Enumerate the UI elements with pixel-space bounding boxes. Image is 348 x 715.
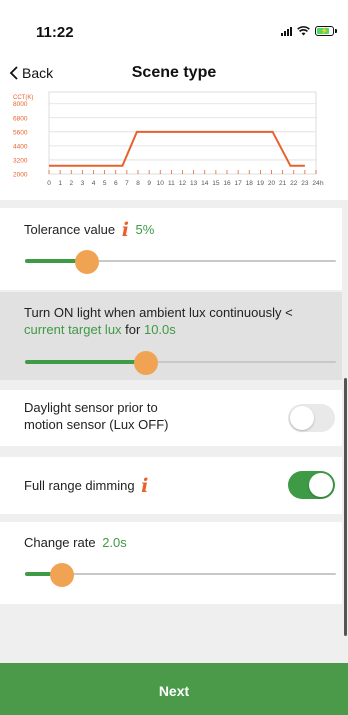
full-range-row: Full range dimming i — [24, 477, 151, 496]
x-tick-label: 12 — [179, 180, 187, 187]
ambient-duration-slider[interactable] — [25, 351, 336, 375]
cct-series-line — [49, 130, 305, 167]
daylight-sensor-label: Daylight sensor prior to motion sensor (… — [24, 399, 169, 433]
y-axis-label: CCT(K) — [13, 95, 33, 101]
x-tick-label: 5 — [103, 180, 107, 187]
y-tick-label: 2000 — [13, 172, 28, 179]
battery-charging-icon: ⚡ — [315, 26, 337, 36]
x-tick-label: 15 — [212, 180, 220, 187]
y-tick-label: 3200 — [13, 157, 28, 164]
y-tick-label: 5600 — [13, 129, 28, 136]
tolerance-card: Tolerance value i 5% — [0, 208, 342, 290]
cellular-signal-icon — [281, 26, 292, 36]
change-rate-row: Change rate 2.0s — [24, 534, 127, 551]
nav-bar: Back Scene type — [0, 58, 348, 90]
x-tick-label: 13 — [190, 180, 198, 187]
scrollbar[interactable] — [344, 378, 347, 636]
x-tick-label: 17 — [235, 180, 243, 187]
change-rate-label: Change rate — [24, 535, 96, 550]
x-tick-label: 24 — [312, 180, 320, 187]
x-tick-label: 14 — [201, 180, 209, 187]
slider-thumb[interactable] — [134, 351, 159, 375]
x-tick-label: 10 — [157, 180, 165, 187]
full-range-label: Full range dimming — [24, 478, 135, 493]
daylight-label-line1: Daylight sensor prior to — [24, 400, 158, 415]
daylight-sensor-toggle[interactable] — [288, 404, 335, 432]
change-rate-slider[interactable] — [25, 563, 336, 587]
x-tick-label: 1 — [58, 180, 62, 187]
tolerance-value: 5% — [135, 222, 155, 237]
y-tick-label: 4400 — [13, 143, 28, 150]
cct-chart-svg: CCT(K)2000320044005600680080000 1 2 3 4 5 6 7 8 9… — [13, 91, 324, 187]
ambient-lux-text: Turn ON light when ambient lux continuou… — [24, 304, 324, 338]
x-tick-label: 6 — [114, 180, 118, 187]
page-title: Scene type — [131, 64, 217, 81]
ambient-for-label: for — [125, 322, 141, 337]
y-tick-label: 6800 — [13, 115, 28, 122]
x-tick-label: 8 — [136, 180, 140, 187]
tolerance-label: Tolerance value — [24, 222, 116, 237]
x-tick-label: 23 — [301, 180, 309, 187]
x-tick-label: 2 — [69, 180, 73, 187]
x-tick-label: 20 — [268, 180, 276, 187]
x-tick-label: 21 — [279, 180, 287, 187]
change-rate-value: 2.0s — [102, 535, 127, 550]
ambient-lux-card: Turn ON light when ambient lux continuou… — [0, 292, 342, 380]
ambient-duration-value: 10.0s — [143, 322, 176, 337]
status-icons: ⚡ — [281, 26, 337, 36]
x-tick-label: 16 — [223, 180, 231, 187]
full-range-toggle[interactable] — [288, 471, 335, 499]
status-time: 11:22 — [36, 24, 74, 41]
daylight-label-line2: motion sensor (Lux OFF) — [24, 417, 169, 432]
ambient-target-lux: current target lux — [24, 322, 122, 337]
chart-frame — [48, 91, 317, 175]
x-tick-label: 4 — [92, 180, 96, 187]
ambient-lux-label: Turn ON light when ambient lux continuou… — [24, 305, 293, 320]
full-range-info-icon[interactable]: i — [141, 477, 148, 496]
x-tick-label: 9 — [147, 180, 151, 187]
x-tick-label: 3 — [81, 180, 85, 187]
status-bar: 11:22 ⚡ — [0, 0, 348, 58]
x-tick-label: 22 — [290, 180, 298, 187]
toggle-knob — [290, 406, 314, 430]
wifi-icon — [297, 26, 310, 36]
slider-thumb[interactable] — [50, 563, 75, 587]
tolerance-info-icon[interactable]: i — [122, 221, 129, 240]
x-tick-label: 7 — [125, 180, 129, 187]
daylight-sensor-card: Daylight sensor prior to motion sensor (… — [0, 390, 342, 446]
tolerance-slider[interactable] — [25, 250, 336, 274]
change-rate-card: Change rate 2.0s — [0, 522, 342, 604]
x-tick-label: 0 — [47, 180, 51, 187]
toggle-knob — [309, 473, 333, 497]
tolerance-row: Tolerance value i 5% — [24, 221, 155, 240]
x-tick-label: 18 — [246, 180, 254, 187]
cct-chart: CCT(K) 2000 3200 4400 5600 6800 8000 0 1 2 3 4 5 6 7 8 9… — [0, 90, 348, 200]
slider-fill — [25, 360, 147, 364]
x-tick-label: 19 — [257, 180, 265, 187]
slider-thumb[interactable] — [75, 250, 100, 274]
x-tick-label: 11 — [168, 180, 175, 187]
x-unit-label: h — [320, 180, 324, 187]
y-tick-label: 8000 — [13, 101, 28, 108]
full-range-card: Full range dimming i — [0, 457, 342, 514]
next-button[interactable]: Next — [0, 663, 348, 715]
